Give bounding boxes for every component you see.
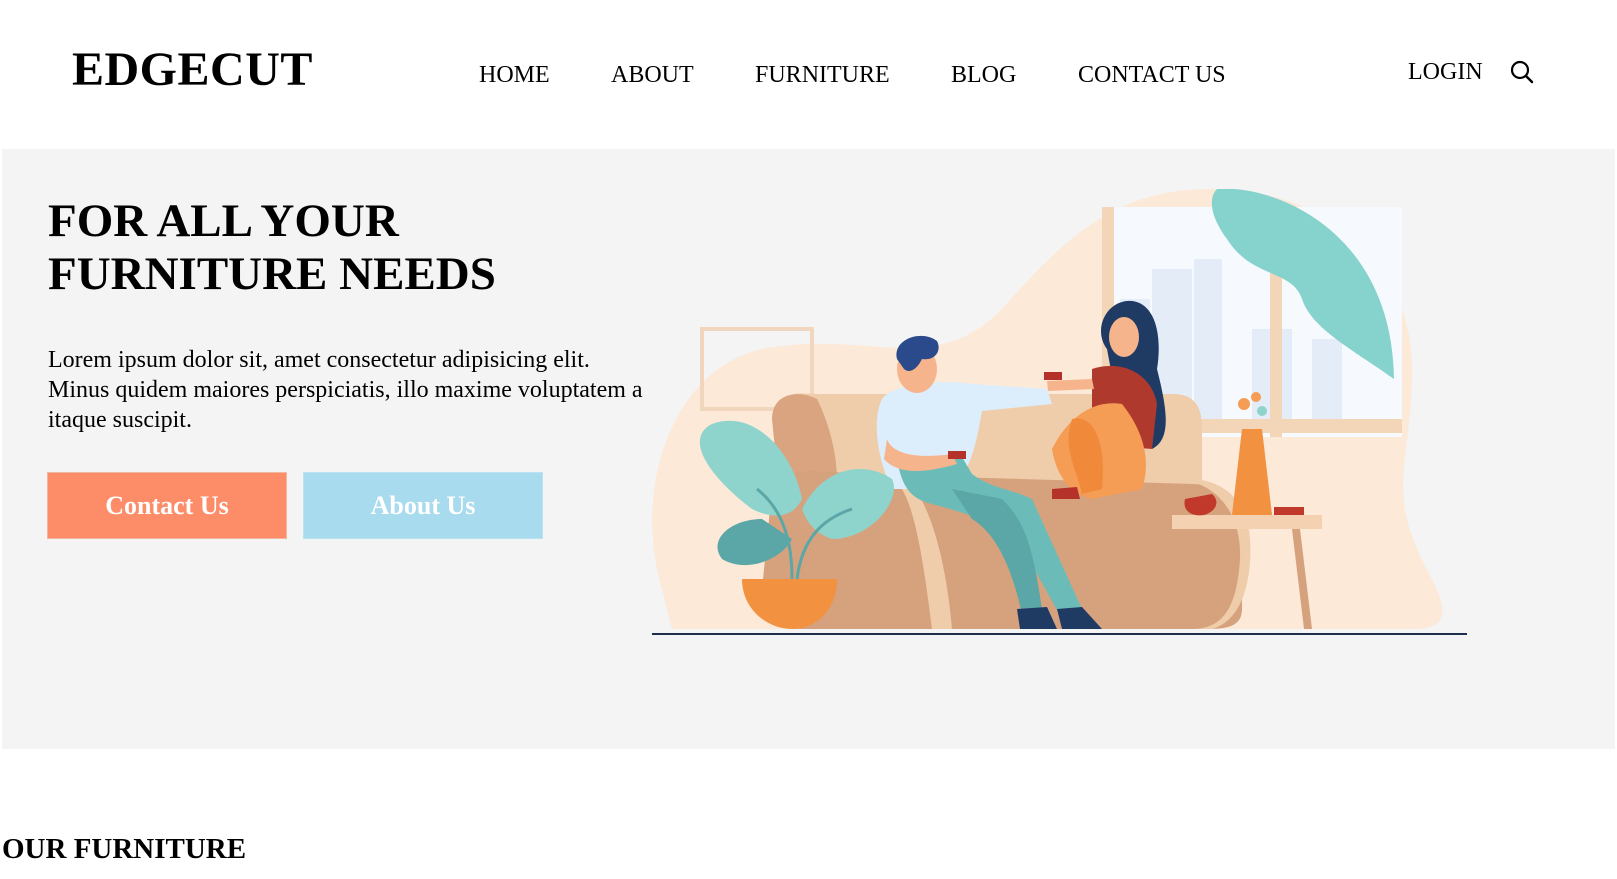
page: EDGECUT HOME ABOUT FURNITURE BLOG CONTAC… [0, 0, 1617, 879]
contact-us-button[interactable]: Contact Us [47, 472, 287, 539]
nav-item-blog[interactable]: BLOG [951, 60, 1016, 90]
hero-section: FOR ALL YOUR FURNITURE NEEDS Lorem ipsum… [2, 149, 1615, 749]
nav-item-home[interactable]: HOME [479, 60, 550, 90]
nav-item-contact[interactable]: CONTACT US [1078, 60, 1226, 90]
hero-description: Lorem ipsum dolor sit, amet consectetur … [48, 347, 643, 433]
search-icon[interactable] [1509, 59, 1535, 85]
hero-title-line2: FURNITURE NEEDS [48, 248, 496, 300]
couple-on-sofa-illustration [652, 189, 1467, 635]
hero-title-line1: FOR ALL YOUR [48, 195, 399, 247]
site-header: EDGECUT HOME ABOUT FURNITURE BLOG CONTAC… [0, 0, 1617, 146]
hero-title: FOR ALL YOUR FURNITURE NEEDS [48, 195, 648, 301]
nav-item-about[interactable]: ABOUT [611, 60, 694, 90]
nav-item-furniture[interactable]: FURNITURE [755, 60, 890, 90]
about-us-button[interactable]: About Us [303, 472, 543, 539]
our-furniture-heading: OUR FURNITURE [2, 833, 247, 865]
brand-logo[interactable]: EDGECUT [72, 46, 313, 94]
login-link[interactable]: LOGIN [1408, 57, 1483, 87]
